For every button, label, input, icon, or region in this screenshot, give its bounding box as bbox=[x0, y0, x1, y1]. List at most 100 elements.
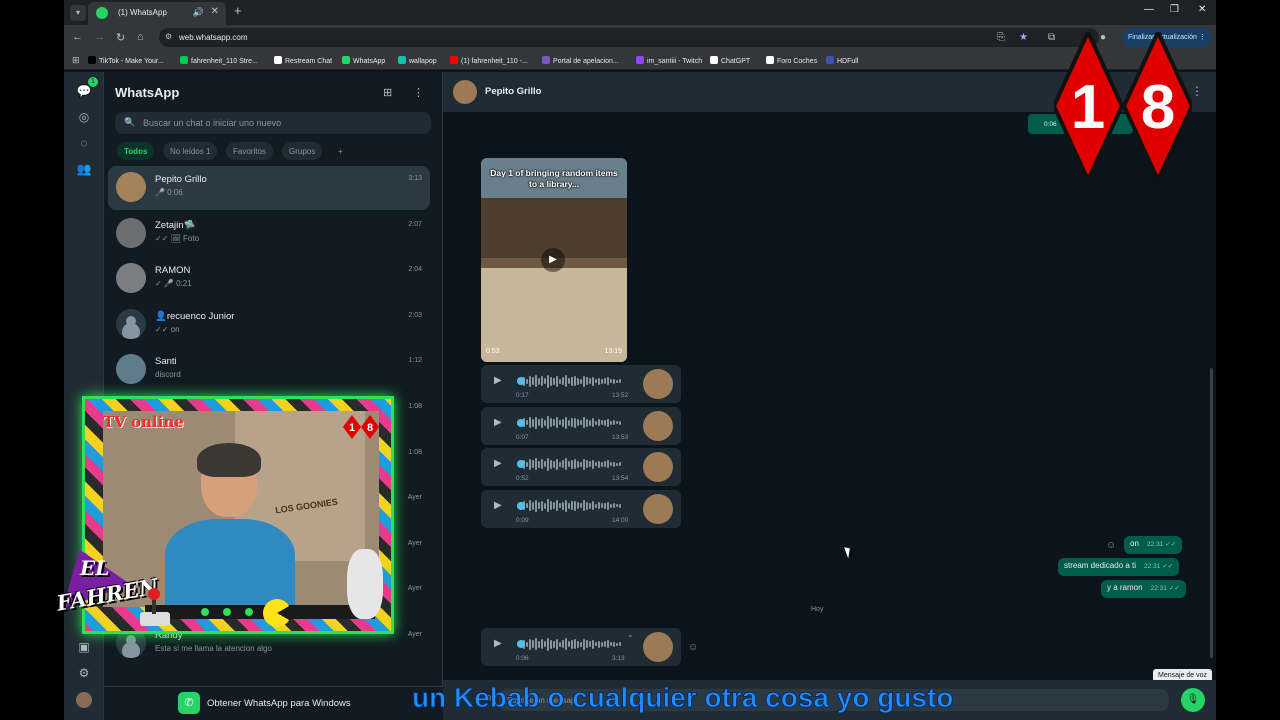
waveform-bar bbox=[535, 638, 537, 650]
microphone-icon[interactable]: 🎙 bbox=[1181, 688, 1205, 712]
bookmark-item[interactable]: WhatsApp bbox=[342, 56, 385, 65]
play-icon[interactable]: ▶ bbox=[494, 417, 502, 428]
bookmark-item[interactable]: Portal de apelacion... bbox=[542, 56, 619, 65]
conversation-menu-icon[interactable]: ⋮ bbox=[1191, 84, 1203, 98]
home-button[interactable]: ⌂ bbox=[137, 31, 144, 43]
status-icon[interactable]: ◎ bbox=[76, 110, 92, 126]
latest-voice-message[interactable]: ▶ 0:06 3:13 ⌄ bbox=[481, 628, 681, 666]
waveform-bar bbox=[526, 420, 528, 425]
get-app-banner[interactable]: ✆ Obtener WhatsApp para Windows bbox=[104, 686, 443, 720]
video-play-icon[interactable]: ▶ bbox=[541, 248, 565, 272]
menu-dots-icon[interactable]: ⋮ bbox=[413, 86, 424, 99]
media-icon[interactable]: ▣ bbox=[76, 640, 92, 656]
waveform-bar bbox=[532, 640, 534, 648]
search-input[interactable]: 🔍 Buscar un chat o iniciar uno nuevo bbox=[115, 112, 431, 134]
tab-whatsapp[interactable]: (1) WhatsApp 🔊 ✕ bbox=[88, 2, 226, 25]
read-ticks-icon: ✓✓ bbox=[1162, 563, 1174, 570]
waveform-bar bbox=[607, 640, 609, 648]
site-info-icon[interactable]: ⚙ bbox=[165, 32, 172, 41]
chat-row[interactable]: 👤recuenco Junior ✓✓ on 2:03 bbox=[108, 303, 430, 347]
settings-gear-icon[interactable]: ⚙ bbox=[76, 666, 92, 682]
playhead-dot[interactable] bbox=[517, 460, 525, 468]
waveform-bar bbox=[589, 419, 591, 426]
chat-row[interactable]: Santi discord 1:12 bbox=[108, 348, 430, 392]
new-tab-button[interactable]: + bbox=[234, 3, 242, 18]
react-emoji-icon-2[interactable]: ☺ bbox=[688, 642, 698, 653]
waveform-bar bbox=[586, 460, 588, 468]
waveform-bar bbox=[592, 501, 594, 510]
tab-close-icon[interactable]: ✕ bbox=[211, 6, 219, 17]
waveform[interactable] bbox=[517, 457, 627, 471]
filter-unread[interactable]: No leídos 1 bbox=[163, 142, 218, 160]
minimize-button[interactable]: — bbox=[1144, 4, 1154, 15]
voice-message[interactable]: ▶ 0:17 13:52 bbox=[481, 365, 681, 403]
profile-avatar[interactable] bbox=[76, 692, 92, 708]
waveform-bar bbox=[559, 641, 561, 647]
playhead-dot[interactable] bbox=[517, 377, 525, 385]
video-message[interactable]: Day 1 of bringing random items to a libr… bbox=[481, 158, 627, 362]
bookmark-item[interactable]: Restream Chat bbox=[274, 56, 332, 65]
install-app-icon[interactable]: ⎘ bbox=[997, 32, 1005, 43]
bookmark-item[interactable]: fahrenheit_110 Stre... bbox=[180, 56, 258, 65]
filter-all[interactable]: Todos bbox=[117, 142, 155, 160]
chats-icon[interactable]: 💬 bbox=[76, 84, 92, 100]
reload-button[interactable]: ↻ bbox=[116, 31, 125, 44]
filter-groups[interactable]: Grupos bbox=[282, 142, 323, 160]
waveform[interactable] bbox=[517, 374, 627, 388]
waveform-bar bbox=[553, 640, 555, 648]
close-window-button[interactable]: ✕ bbox=[1198, 4, 1206, 15]
waveform-bar bbox=[589, 461, 591, 467]
bookmark-item[interactable]: im_santiii - Twitch bbox=[636, 56, 702, 65]
restore-button[interactable]: ❐ bbox=[1170, 4, 1179, 15]
playhead-dot[interactable] bbox=[517, 418, 525, 427]
communities-icon[interactable]: 👥 bbox=[76, 162, 92, 178]
apps-grid-icon[interactable]: ⊞ bbox=[72, 55, 80, 66]
outgoing-message[interactable]: y a ramon 22:31 ✓✓ bbox=[1101, 580, 1186, 598]
address-bar[interactable]: ⚙ web.whatsapp.com bbox=[159, 28, 1099, 47]
play-icon[interactable]: ▶ bbox=[494, 500, 502, 511]
waveform-bar bbox=[544, 461, 546, 467]
voice-message[interactable]: ▶ 0:09 14:00 bbox=[481, 489, 681, 528]
filter-favorites[interactable]: Favoritos bbox=[226, 142, 273, 160]
play-icon[interactable]: ▶ bbox=[494, 375, 502, 386]
waveform[interactable] bbox=[517, 637, 627, 651]
bookmark-item[interactable]: TikTok - Make Your... bbox=[88, 56, 164, 65]
bookmark-item[interactable]: HDFull bbox=[826, 56, 858, 65]
outgoing-message[interactable]: on 22:31 ✓✓ bbox=[1124, 536, 1183, 554]
chat-row[interactable]: RAMON ✓ 🎤 0:21 2:04 bbox=[108, 257, 430, 301]
bookmark-favicon-icon bbox=[342, 56, 350, 64]
play-icon[interactable]: ▶ bbox=[494, 458, 502, 469]
bookmark-item[interactable]: (1) fahrenheit_110 -... bbox=[450, 56, 528, 65]
bookmark-item[interactable]: wallapop bbox=[398, 56, 437, 65]
outgoing-message[interactable]: stream dedicado a ti 22:31 ✓✓ bbox=[1058, 558, 1180, 576]
waveform-bar bbox=[598, 502, 600, 509]
waveform-bar bbox=[565, 638, 567, 650]
voice-message[interactable]: ▶ 0:52 13:54 bbox=[481, 448, 681, 486]
bookmark-item[interactable]: Foro Coches bbox=[766, 56, 817, 65]
forward-button[interactable]: → bbox=[94, 31, 105, 43]
playhead-dot[interactable] bbox=[517, 501, 525, 510]
play-icon[interactable]: ▶ bbox=[494, 638, 502, 649]
back-button[interactable]: ← bbox=[72, 31, 83, 43]
voice-message[interactable]: ▶ 0:07 13:53 bbox=[481, 406, 681, 445]
contact-avatar[interactable] bbox=[453, 80, 477, 104]
message-time: 22:31 bbox=[1150, 585, 1167, 592]
new-chat-icon[interactable]: ⊞ bbox=[383, 86, 392, 99]
conversation-scrollbar[interactable] bbox=[1210, 368, 1213, 658]
waveform-bar bbox=[586, 418, 588, 427]
chat-row[interactable]: Pepito Grillo 🎤 0:06 3:13 bbox=[108, 166, 430, 210]
waveform[interactable] bbox=[517, 416, 627, 430]
channels-icon[interactable]: ◌ bbox=[76, 136, 92, 152]
waveform[interactable] bbox=[517, 499, 627, 513]
bookmark-item[interactable]: ChatGPT bbox=[710, 56, 750, 65]
tab-search-icon[interactable]: ▾ bbox=[70, 5, 86, 21]
waveform-bar bbox=[586, 640, 588, 648]
speaker-icon[interactable]: 🔊 bbox=[193, 7, 204, 18]
add-filter-button[interactable]: + bbox=[331, 142, 350, 160]
chevron-down-icon[interactable]: ⌄ bbox=[627, 630, 634, 639]
react-emoji-icon[interactable]: ☺ bbox=[1106, 540, 1116, 551]
playhead-dot[interactable] bbox=[517, 640, 525, 648]
bookmark-star-icon[interactable]: ★ bbox=[1019, 32, 1028, 43]
voice-sender-avatar bbox=[643, 452, 673, 482]
chat-row[interactable]: Zetajin🛸 ✓✓ 🖼 Foto 2:07 bbox=[108, 212, 430, 256]
